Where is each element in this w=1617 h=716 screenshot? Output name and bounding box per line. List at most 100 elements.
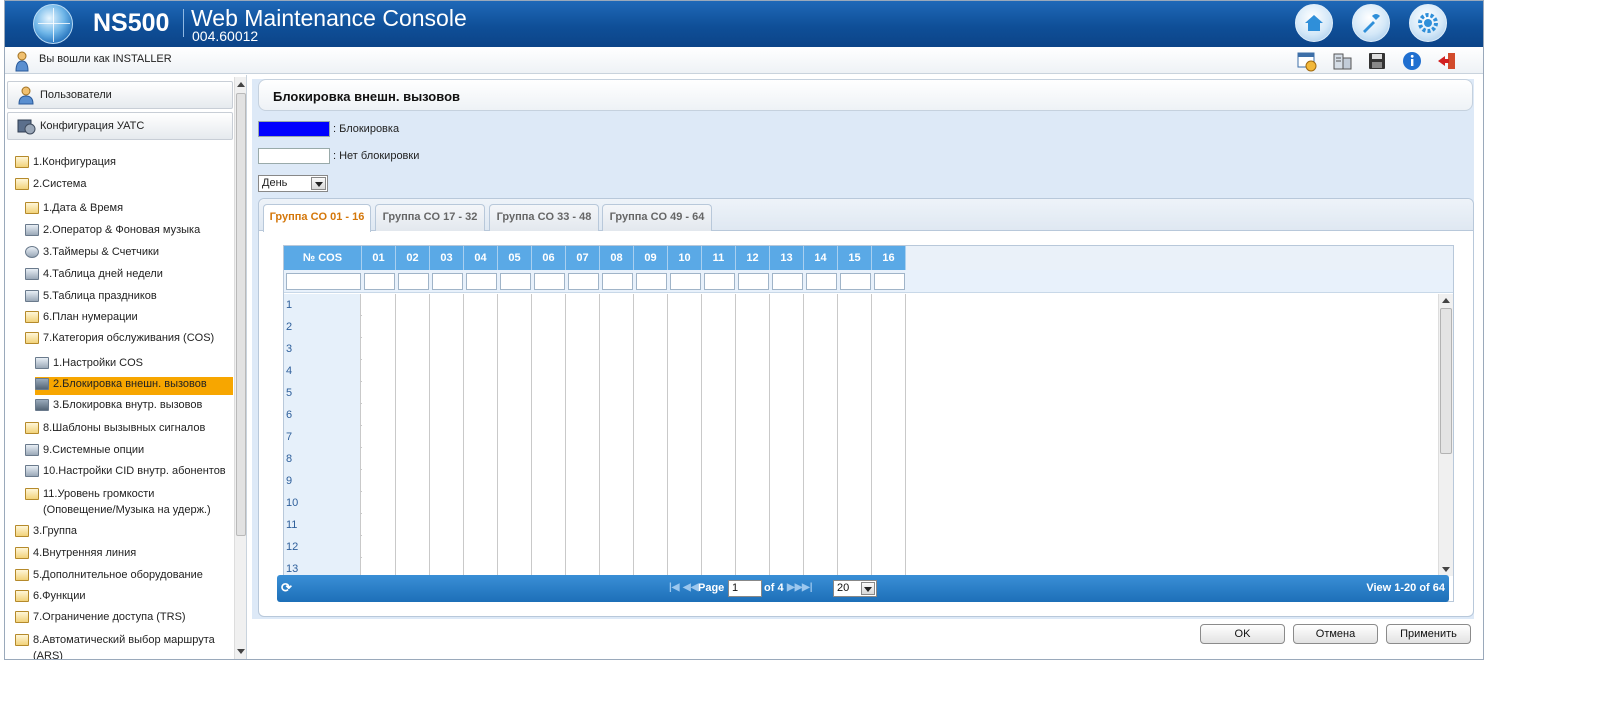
sidebar-item-10[interactable]: 1.Настройки COS <box>35 356 233 374</box>
column-header-co-06[interactable]: 06 <box>532 246 566 270</box>
block-cell[interactable] <box>464 448 498 470</box>
block-cell[interactable] <box>464 514 498 536</box>
block-cell[interactable] <box>736 492 770 514</box>
block-cell[interactable] <box>634 294 668 316</box>
column-header-co-04[interactable]: 04 <box>464 246 498 270</box>
block-cell[interactable] <box>498 448 532 470</box>
sidebar-users-header[interactable]: Пользователи <box>7 81 233 109</box>
sidebar-item-2[interactable]: 2.Система <box>15 177 233 195</box>
block-cell[interactable] <box>600 316 634 338</box>
block-cell[interactable] <box>532 294 566 316</box>
block-cell[interactable] <box>634 404 668 426</box>
block-cell[interactable] <box>566 448 600 470</box>
block-cell[interactable] <box>566 338 600 360</box>
tab-co-33-48[interactable]: Группа CO 33 - 48 <box>489 204 599 231</box>
block-cell[interactable] <box>702 404 736 426</box>
block-cell[interactable] <box>736 558 770 576</box>
block-cell[interactable] <box>498 316 532 338</box>
block-cell[interactable] <box>668 404 702 426</box>
block-cell[interactable] <box>600 536 634 558</box>
block-cell[interactable] <box>396 360 430 382</box>
sidebar-item-14[interactable]: 9.Системные опции <box>25 443 233 461</box>
sidebar-item-19[interactable]: 5.Дополнительное оборудование <box>15 568 233 586</box>
sidebar-item-22[interactable]: 8.Автоматический выбор маршрута (ARS) <box>15 633 233 659</box>
block-cell[interactable] <box>600 558 634 576</box>
block-cell[interactable] <box>804 426 838 448</box>
sidebar-item-17[interactable]: 3.Группа <box>15 524 233 542</box>
block-cell[interactable] <box>736 536 770 558</box>
next-page-icon[interactable]: ▶▶ <box>787 582 802 593</box>
block-cell[interactable] <box>430 382 464 404</box>
block-cell[interactable] <box>634 536 668 558</box>
block-cell[interactable] <box>464 360 498 382</box>
block-cell[interactable] <box>498 536 532 558</box>
block-cell[interactable] <box>838 426 872 448</box>
sidebar-item-3[interactable]: 1.Дата & Время <box>25 201 233 219</box>
block-cell[interactable] <box>770 558 804 576</box>
column-header-co-01[interactable]: 01 <box>362 246 396 270</box>
filter-input[interactable] <box>738 273 769 290</box>
block-cell[interactable] <box>396 536 430 558</box>
block-cell[interactable] <box>634 316 668 338</box>
block-cell[interactable] <box>600 404 634 426</box>
block-cell[interactable] <box>532 404 566 426</box>
block-cell[interactable] <box>736 448 770 470</box>
block-cell[interactable] <box>668 316 702 338</box>
block-cell[interactable] <box>634 338 668 360</box>
sidebar-item-8[interactable]: 6.План нумерации <box>25 310 233 328</box>
block-cell[interactable] <box>498 514 532 536</box>
block-cell[interactable] <box>532 448 566 470</box>
block-cell[interactable] <box>600 514 634 536</box>
block-cell[interactable] <box>702 558 736 576</box>
block-cell[interactable] <box>430 448 464 470</box>
block-cell[interactable] <box>600 338 634 360</box>
block-cell[interactable] <box>634 514 668 536</box>
block-cell[interactable] <box>668 382 702 404</box>
block-cell[interactable] <box>532 426 566 448</box>
block-cell[interactable] <box>872 382 906 404</box>
block-cell[interactable] <box>634 382 668 404</box>
block-cell[interactable] <box>498 360 532 382</box>
block-cell[interactable] <box>668 426 702 448</box>
block-cell[interactable] <box>566 360 600 382</box>
block-cell[interactable] <box>668 558 702 576</box>
block-cell[interactable] <box>566 514 600 536</box>
block-cell[interactable] <box>770 382 804 404</box>
block-cell[interactable] <box>838 316 872 338</box>
sidebar-scrollbar[interactable] <box>234 77 246 659</box>
sidebar-item-15[interactable]: 10.Настройки CID внутр. абонентов <box>25 464 233 482</box>
column-header-co-16[interactable]: 16 <box>872 246 906 270</box>
filter-input[interactable] <box>874 273 905 290</box>
column-header-co-05[interactable]: 05 <box>498 246 532 270</box>
block-cell[interactable] <box>600 470 634 492</box>
block-cell[interactable] <box>804 470 838 492</box>
sidebar-item-9[interactable]: 7.Категория обслуживания (COS) <box>25 331 233 349</box>
block-cell[interactable] <box>702 294 736 316</box>
block-cell[interactable] <box>736 360 770 382</box>
block-cell[interactable] <box>736 316 770 338</box>
block-cell[interactable] <box>532 558 566 576</box>
block-cell[interactable] <box>430 338 464 360</box>
block-cell[interactable] <box>532 536 566 558</box>
block-cell[interactable] <box>634 426 668 448</box>
block-cell[interactable] <box>362 470 396 492</box>
block-cell[interactable] <box>838 448 872 470</box>
block-cell[interactable] <box>838 404 872 426</box>
block-cell[interactable] <box>396 558 430 576</box>
block-cell[interactable] <box>430 470 464 492</box>
filter-input[interactable] <box>602 273 633 290</box>
block-cell[interactable] <box>396 316 430 338</box>
column-header-co-09[interactable]: 09 <box>634 246 668 270</box>
block-cell[interactable] <box>668 294 702 316</box>
block-cell[interactable] <box>702 448 736 470</box>
block-cell[interactable] <box>498 338 532 360</box>
page-size-select[interactable]: 20 <box>833 580 877 597</box>
block-cell[interactable] <box>668 536 702 558</box>
block-cell[interactable] <box>362 558 396 576</box>
block-cell[interactable] <box>566 316 600 338</box>
block-cell[interactable] <box>362 294 396 316</box>
block-cell[interactable] <box>770 470 804 492</box>
block-cell[interactable] <box>770 514 804 536</box>
block-cell[interactable] <box>498 404 532 426</box>
block-cell[interactable] <box>634 492 668 514</box>
